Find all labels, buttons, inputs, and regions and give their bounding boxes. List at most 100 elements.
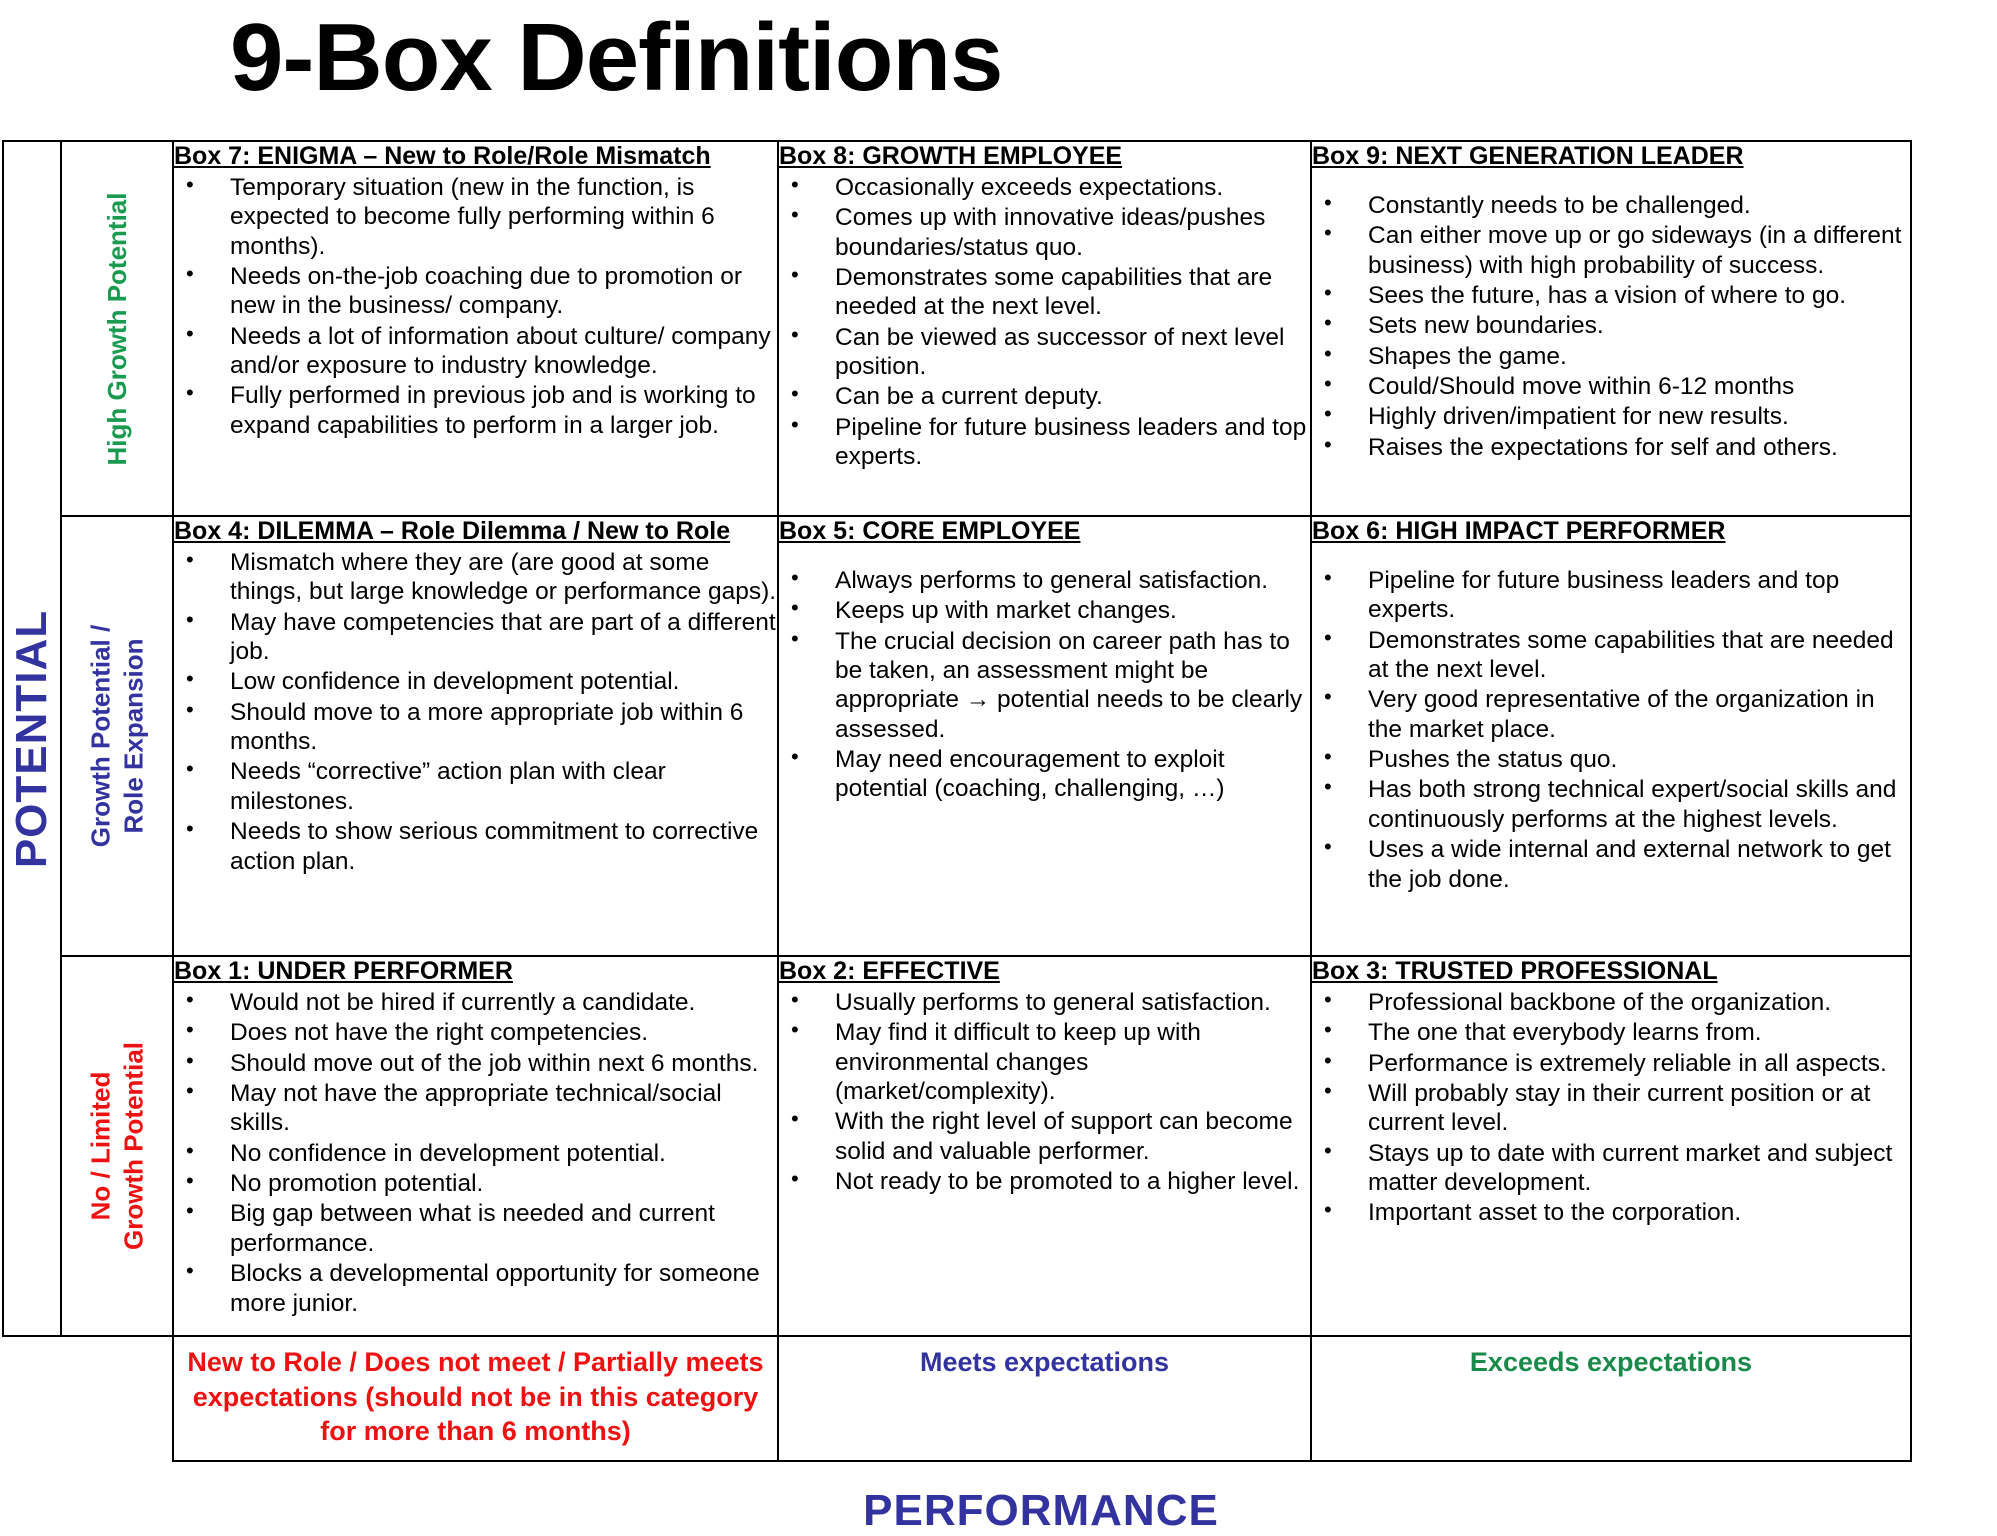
- potential-axis-cell: POTENTIAL: [2, 140, 62, 1337]
- list-item: Can be a current deputy.: [779, 381, 1310, 411]
- matrix-row-high-growth: POTENTIAL High Growth Potential Box 7: E…: [2, 140, 1912, 1337]
- list-item: Always performs to general satisfaction.: [779, 565, 1310, 595]
- cell-box-3: Box 3: TRUSTED PROFESSIONAL Professional…: [1310, 955, 1912, 1337]
- box-4-title: Box 4: DILEMMA – Role Dilemma / New to R…: [174, 517, 731, 545]
- row-label-cell-high-growth: High Growth Potential: [60, 140, 174, 517]
- list-item: Temporary situation (new in the function…: [174, 172, 777, 261]
- box-3-title: Box 3: TRUSTED PROFESSIONAL: [1312, 957, 1718, 985]
- box-6-bullets: Pipeline for future business leaders and…: [1312, 565, 1910, 894]
- list-item: Demonstrates some capabilities that are …: [779, 262, 1310, 322]
- box-2-title: Box 2: EFFECTIVE: [779, 957, 1000, 985]
- row-label-growth-potential: Growth Potential / Role Expansion: [85, 624, 149, 848]
- list-item: Pipeline for future business leaders and…: [1312, 565, 1910, 625]
- list-item: No confidence in development potential.: [174, 1138, 777, 1168]
- list-item: Sees the future, has a vision of where t…: [1312, 280, 1910, 310]
- box-5-bullets: Always performs to general satisfaction.…: [779, 565, 1310, 804]
- performance-level-cell-low: New to Role / Does not meet / Partially …: [172, 1335, 779, 1462]
- performance-levels-row: New to Role / Does not meet / Partially …: [3, 1335, 1912, 1462]
- box-1-title: Box 1: UNDER PERFORMER: [174, 957, 513, 985]
- list-item: May find it difficult to keep up with en…: [779, 1017, 1310, 1106]
- nine-box-grid: POTENTIAL High Growth Potential Box 7: E…: [2, 140, 1912, 1462]
- list-item: Needs on-the-job coaching due to promoti…: [174, 261, 777, 321]
- list-item: Should move to a more appropriate job wi…: [174, 697, 777, 757]
- cell-box-4: Box 4: DILEMMA – Role Dilemma / New to R…: [172, 515, 779, 957]
- list-item: Could/Should move within 6-12 months: [1312, 371, 1910, 401]
- list-item: Pipeline for future business leaders and…: [779, 412, 1310, 472]
- box-9-title: Box 9: NEXT GENERATION LEADER: [1312, 142, 1744, 170]
- list-item: Can be viewed as successor of next level…: [779, 322, 1310, 382]
- performance-axis-label: PERFORMANCE: [863, 1486, 1219, 1535]
- row-label-cell-growth-potential: Growth Potential / Role Expansion: [60, 515, 174, 957]
- list-item: Raises the expectations for self and oth…: [1312, 432, 1910, 462]
- matrix-row-no-growth: No / Limited Growth Potential Box 1: UNDE…: [3, 955, 1912, 1337]
- list-item: Uses a wide internal and external networ…: [1312, 834, 1910, 894]
- list-item: Does not have the right competencies.: [174, 1017, 777, 1047]
- list-item: Needs to show serious commitment to corr…: [174, 816, 777, 876]
- matrix-row-growth-potential: Growth Potential / Role Expansion Box 4: …: [3, 515, 1912, 957]
- list-item: Important asset to the corporation.: [1312, 1197, 1910, 1227]
- list-item: Highly driven/impatient for new results.: [1312, 401, 1910, 431]
- box-7-title: Box 7: ENIGMA – New to Role/Role Mismatc…: [174, 142, 711, 170]
- cell-box-5: Box 5: CORE EMPLOYEE Always performs to …: [777, 515, 1312, 957]
- box-9-bullets: Constantly needs to be challenged. Can e…: [1312, 190, 1910, 463]
- row-label-cell-no-growth: No / Limited Growth Potential: [60, 955, 174, 1337]
- list-item: The crucial decision on career path has …: [779, 626, 1310, 745]
- box-1-bullets: Would not be hired if currently a candid…: [174, 987, 777, 1318]
- row-label-no-growth: No / Limited Growth Potential: [85, 1042, 149, 1250]
- performance-level-cell-meets: Meets expectations: [777, 1335, 1312, 1462]
- box-6-title: Box 6: HIGH IMPACT PERFORMER: [1312, 517, 1726, 545]
- cell-box-2: Box 2: EFFECTIVE Usually performs to gen…: [777, 955, 1312, 1337]
- cell-box-7: Box 7: ENIGMA – New to Role/Role Mismatc…: [172, 140, 779, 517]
- performance-level-low: New to Role / Does not meet / Partially …: [187, 1347, 764, 1447]
- list-item: Very good representative of the organiza…: [1312, 684, 1910, 744]
- footer-spacer-axis: [3, 1336, 61, 1461]
- list-item: Needs a lot of information about culture…: [174, 321, 777, 381]
- box-3-bullets: Professional backbone of the organizatio…: [1312, 987, 1910, 1228]
- cell-box-6: Box 6: HIGH IMPACT PERFORMER Pipeline fo…: [1310, 515, 1912, 957]
- page-title: 9-Box Definitions: [230, 4, 1003, 111]
- list-item: Stays up to date with current market and…: [1312, 1138, 1910, 1198]
- list-item: Needs “corrective” action plan with clea…: [174, 756, 777, 816]
- list-item: Usually performs to general satisfaction…: [779, 987, 1310, 1017]
- list-item: May not have the appropriate technical/s…: [174, 1078, 777, 1138]
- box-4-bullets: Mismatch where they are (are good at som…: [174, 547, 777, 876]
- cell-box-1: Box 1: UNDER PERFORMER Would not be hire…: [172, 955, 779, 1337]
- nine-box-matrix: POTENTIAL High Growth Potential Box 7: E…: [2, 140, 1912, 1480]
- list-item: Keeps up with market changes.: [779, 595, 1310, 625]
- list-item: Big gap between what is needed and curre…: [174, 1198, 777, 1258]
- list-item: Constantly needs to be challenged.: [1312, 190, 1910, 220]
- performance-level-cell-exceeds: Exceeds expectations: [1310, 1335, 1912, 1462]
- list-item: Would not be hired if currently a candid…: [174, 987, 777, 1017]
- list-item: Sets new boundaries.: [1312, 310, 1910, 340]
- list-item: No promotion potential.: [174, 1168, 777, 1198]
- list-item: Blocks a developmental opportunity for s…: [174, 1258, 777, 1318]
- row-label-high-growth: High Growth Potential: [101, 192, 132, 465]
- list-item: May have competencies that are part of a…: [174, 607, 777, 667]
- box-8-title: Box 8: GROWTH EMPLOYEE: [779, 142, 1123, 170]
- list-item: Can either move up or go sideways (in a …: [1312, 220, 1910, 280]
- cell-box-9: Box 9: NEXT GENERATION LEADER Constantly…: [1310, 140, 1912, 517]
- list-item: Shapes the game.: [1312, 341, 1910, 371]
- footer-spacer-rowlabel: [61, 1336, 173, 1461]
- list-item: Should move out of the job within next 6…: [174, 1048, 777, 1078]
- box-8-bullets: Occasionally exceeds expectations. Comes…: [779, 172, 1310, 472]
- list-item: Fully performed in previous job and is w…: [174, 380, 777, 440]
- list-item: With the right level of support can beco…: [779, 1106, 1310, 1166]
- list-item: May need encouragement to exploit potent…: [779, 744, 1310, 804]
- list-item: Will probably stay in their current posi…: [1312, 1078, 1910, 1138]
- list-item: Low confidence in development potential.: [174, 666, 777, 696]
- list-item: Occasionally exceeds expectations.: [779, 172, 1310, 202]
- list-item: Not ready to be promoted to a higher lev…: [779, 1166, 1310, 1196]
- performance-level-exceeds: Exceeds expectations: [1469, 1347, 1753, 1377]
- list-item: Performance is extremely reliable in all…: [1312, 1048, 1910, 1078]
- cell-box-8: Box 8: GROWTH EMPLOYEE Occasionally exce…: [777, 140, 1312, 517]
- potential-axis-label: POTENTIAL: [7, 609, 56, 868]
- performance-axis: PERFORMANCE: [2, 1480, 1910, 1536]
- list-item: Professional backbone of the organizatio…: [1312, 987, 1910, 1017]
- box-5-title: Box 5: CORE EMPLOYEE: [779, 517, 1081, 545]
- box-7-bullets: Temporary situation (new in the function…: [174, 172, 777, 441]
- list-item: Demonstrates some capabilities that are …: [1312, 625, 1910, 685]
